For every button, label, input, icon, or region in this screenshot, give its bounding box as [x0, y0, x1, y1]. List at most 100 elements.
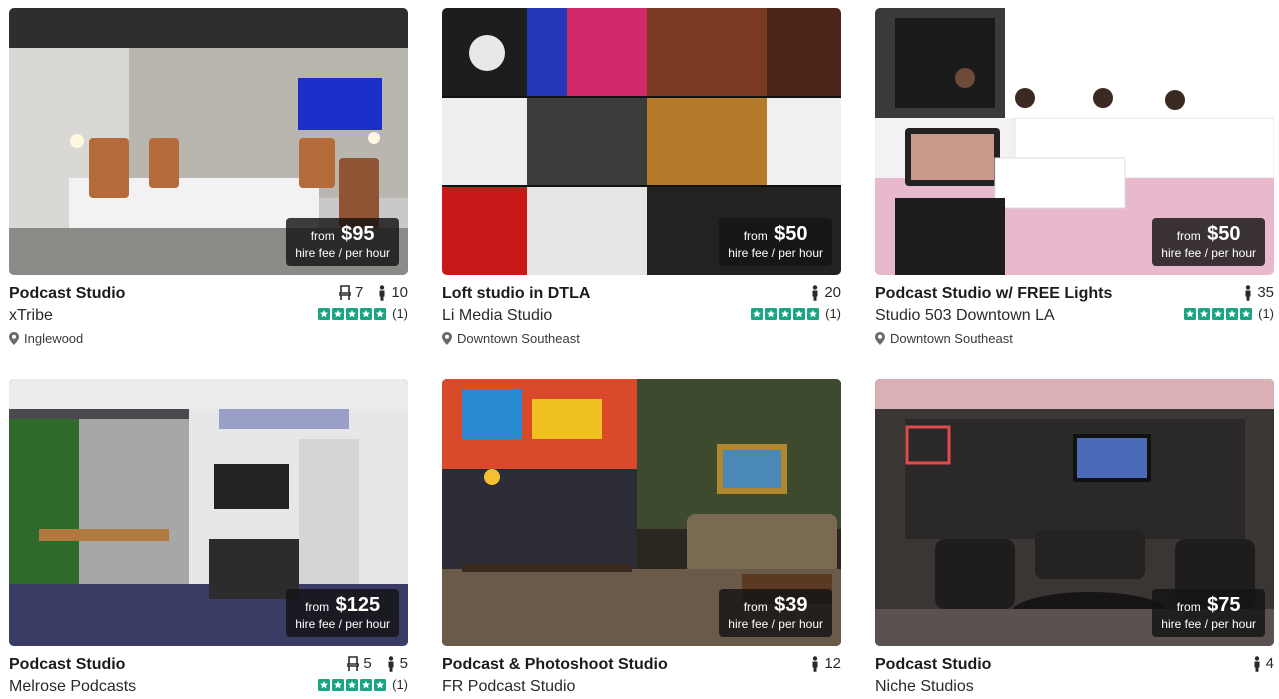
host-name: xTribe: [9, 307, 53, 324]
capacity: 12: [810, 655, 841, 672]
location-name: Inglewood: [24, 331, 84, 346]
price-unit: hire fee / per hour: [728, 246, 823, 260]
price-badge: from $75 hire fee / per hour: [1152, 589, 1265, 637]
price-amount: $50: [1207, 223, 1241, 245]
map-pin-icon: [875, 332, 885, 345]
star-icon: [807, 308, 819, 320]
star-icon: [793, 308, 805, 320]
price-amount: $95: [341, 223, 375, 245]
review-count: (1): [1258, 306, 1274, 321]
map-pin-icon: [442, 332, 452, 345]
price-unit: hire fee / per hour: [1161, 617, 1256, 631]
price-from-label: from: [743, 229, 768, 243]
price-amount: $75: [1207, 594, 1241, 616]
price-badge: from $95 hire fee / per hour: [286, 218, 399, 266]
location-name: Downtown Southeast: [457, 331, 580, 346]
location: Downtown Southeast: [442, 331, 580, 346]
listing-photo[interactable]: from $125 hire fee / per hour: [9, 379, 408, 646]
star-icon: [1240, 308, 1252, 320]
star-icon: [346, 679, 358, 691]
person-icon: [377, 285, 387, 301]
map-pin-icon: [9, 332, 19, 345]
listing-title[interactable]: Podcast & Photoshoot Studio: [442, 656, 668, 674]
standing-capacity: 20: [824, 284, 841, 301]
rating: (1): [318, 677, 408, 692]
seated-capacity: 7: [354, 284, 364, 301]
star-icon: [360, 308, 372, 320]
chair-icon: [347, 656, 359, 672]
listing-title[interactable]: Podcast Studio: [9, 656, 125, 674]
listing-card[interactable]: from $125 hire fee / per hour Podcast St…: [9, 379, 408, 699]
standing-capacity: 12: [824, 655, 841, 672]
listing-title[interactable]: Podcast Studio w/ FREE Lights: [875, 285, 1112, 303]
star-icon: [765, 308, 777, 320]
listing-photo[interactable]: from $50 hire fee / per hour: [875, 8, 1274, 275]
listing-photo[interactable]: from $50 hire fee / per hour: [442, 8, 841, 275]
price-from-label: from: [1176, 229, 1201, 243]
star-icon: [374, 679, 386, 691]
star-icon: [318, 679, 330, 691]
person-icon: [810, 285, 820, 301]
star-rating: [318, 679, 386, 691]
listing-title[interactable]: Loft studio in DTLA: [442, 285, 590, 303]
seated-capacity: 5: [363, 655, 372, 672]
listing-title[interactable]: Podcast Studio: [9, 285, 125, 303]
host-name: Melrose Podcasts: [9, 678, 137, 695]
standing-capacity: 10: [391, 284, 408, 301]
price-unit: hire fee / per hour: [295, 246, 390, 260]
rating: (1): [1184, 306, 1274, 321]
listing-card[interactable]: from $39 hire fee / per hour Podcast & P…: [442, 379, 841, 699]
listing-card[interactable]: from $50 hire fee / per hour Podcast Stu…: [875, 8, 1274, 355]
host-name: FR Podcast Studio: [442, 678, 576, 695]
price-unit: hire fee / per hour: [1161, 246, 1256, 260]
price-amount: $50: [774, 223, 808, 245]
price-unit: hire fee / per hour: [728, 617, 823, 631]
star-icon: [332, 679, 344, 691]
host-name: Studio 503 Downtown LA: [875, 307, 1055, 324]
listings-grid: from $95 hire fee / per hour Podcast Stu…: [0, 0, 1279, 699]
review-count: (1): [392, 306, 408, 321]
star-rating: [318, 308, 386, 320]
star-icon: [1184, 308, 1196, 320]
standing-capacity: 4: [1265, 655, 1274, 672]
listing-card[interactable]: from $50 hire fee / per hour Loft studio…: [442, 8, 841, 355]
capacity: 20: [810, 284, 841, 301]
listing-card[interactable]: from $75 hire fee / per hour Podcast Stu…: [875, 379, 1274, 699]
person-icon: [386, 656, 396, 672]
host-name: Niche Studios: [875, 678, 974, 695]
capacity: 4: [1252, 655, 1274, 672]
person-icon: [810, 656, 820, 672]
star-rating: [1184, 308, 1252, 320]
price-badge: from $39 hire fee / per hour: [719, 589, 832, 637]
standing-capacity: 5: [399, 655, 408, 672]
star-icon: [332, 308, 344, 320]
price-badge: from $50 hire fee / per hour: [719, 218, 832, 266]
capacity: 5 5: [347, 655, 408, 672]
capacity: 7 10: [339, 284, 408, 301]
location-name: Downtown Southeast: [890, 331, 1013, 346]
rating: (1): [318, 306, 408, 321]
listing-photo[interactable]: from $39 hire fee / per hour: [442, 379, 841, 646]
review-count: (1): [825, 306, 841, 321]
price-amount: $39: [774, 594, 808, 616]
listing-title[interactable]: Podcast Studio: [875, 656, 991, 674]
person-icon: [1243, 285, 1253, 301]
chair-icon: [339, 285, 351, 301]
star-icon: [346, 308, 358, 320]
price-from-label: from: [305, 600, 330, 614]
star-icon: [1212, 308, 1224, 320]
person-icon: [1252, 656, 1262, 672]
star-icon: [1198, 308, 1210, 320]
listing-card[interactable]: from $95 hire fee / per hour Podcast Stu…: [9, 8, 408, 355]
price-from-label: from: [310, 229, 335, 243]
price-badge: from $50 hire fee / per hour: [1152, 218, 1265, 266]
star-rating: [751, 308, 819, 320]
price-badge: from $125 hire fee / per hour: [286, 589, 399, 637]
star-icon: [779, 308, 791, 320]
listing-photo[interactable]: from $75 hire fee / per hour: [875, 379, 1274, 646]
star-icon: [318, 308, 330, 320]
star-icon: [1226, 308, 1238, 320]
star-icon: [360, 679, 372, 691]
listing-photo[interactable]: from $95 hire fee / per hour: [9, 8, 408, 275]
price-unit: hire fee / per hour: [295, 617, 390, 631]
